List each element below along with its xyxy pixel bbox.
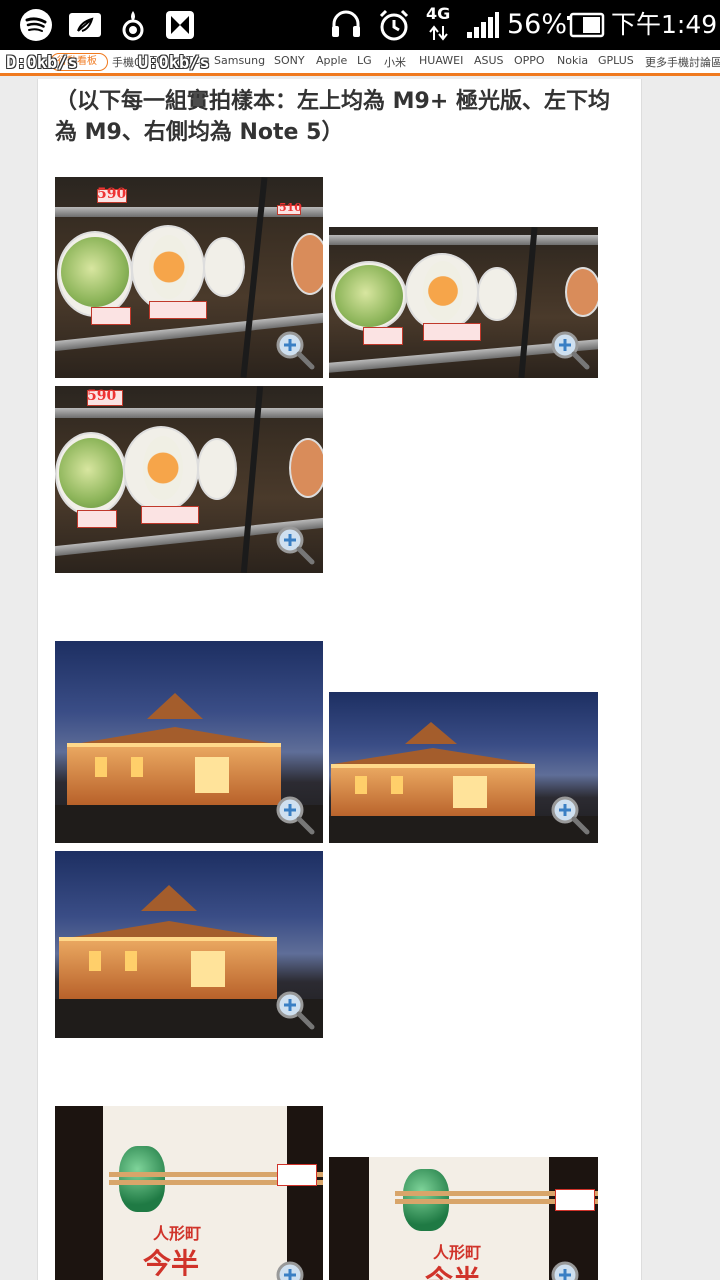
status-bar: 4G 56% 下午1:49 (0, 0, 720, 50)
zoom-icon[interactable] (275, 795, 315, 835)
nav-item[interactable]: Nokia (557, 54, 588, 67)
nav-item[interactable]: LG (357, 54, 372, 67)
sample-photo-food-m9plus[interactable]: 590 510 (55, 177, 323, 378)
nav-item[interactable]: Apple (316, 54, 347, 67)
zoom-icon[interactable] (550, 795, 590, 835)
alarm-icon (376, 8, 412, 42)
nav-item[interactable]: OPPO (514, 54, 545, 67)
price-tag: 510 (279, 201, 302, 214)
sample-photo-food-m9[interactable]: 590 (55, 386, 323, 573)
download-speed: D:0kb/s (6, 53, 78, 73)
zoom-icon[interactable] (275, 1260, 315, 1280)
nav-item[interactable]: SONY (274, 54, 305, 67)
zoom-icon[interactable] (275, 525, 315, 565)
zoom-icon[interactable] (550, 1260, 590, 1280)
spotify-icon (18, 8, 54, 42)
zoom-icon[interactable] (275, 330, 315, 370)
article-caption: （以下每一組實拍樣本：左上均為 M9+ 極光版、左下均為 M9、右側均為 Not… (55, 89, 610, 145)
sample-photo-carousel-m9plus[interactable] (55, 641, 323, 843)
data-arrows-icon (428, 24, 450, 42)
sample-photo-food-note5[interactable] (329, 227, 598, 378)
clock: 下午1:49 (611, 10, 718, 39)
sample-photo-chopsticks-note5[interactable]: 人形町 今半 (329, 1157, 598, 1280)
sample-photo-chopsticks-m9plus[interactable]: 人形町 今半 (55, 1106, 323, 1280)
nav-item[interactable]: 小米 (384, 54, 406, 70)
nav-item[interactable]: GPLUS (598, 54, 634, 67)
battery-icon (565, 8, 605, 42)
price-tag: 590 (87, 388, 117, 404)
sample-photo-carousel-note5[interactable] (329, 692, 598, 843)
stamp-text-large: 今半 (425, 1259, 481, 1280)
notification-icon (66, 8, 104, 42)
app-icon (118, 8, 148, 42)
headset-icon (328, 8, 364, 42)
zoom-icon[interactable] (275, 990, 315, 1030)
nav-item[interactable]: Samsung (214, 54, 265, 67)
signal-icon (465, 8, 501, 42)
nav-item[interactable]: ASUS (474, 54, 504, 67)
price-tag: 590 (97, 186, 127, 202)
upload-speed: U:0kb/s (138, 53, 210, 73)
category-nav: 行動看板 手機01 TC HTC Samsung SONY Apple LG 小… (0, 50, 720, 76)
stamp-text-small: 人形町 (153, 1224, 202, 1243)
nav-item[interactable]: 更多手機討論區 (645, 54, 720, 70)
app-icon-2 (164, 8, 196, 42)
sample-photo-carousel-m9[interactable] (55, 851, 323, 1038)
battery-percent: 56% (507, 9, 568, 40)
stamp-text-large: 今半 (143, 1247, 200, 1280)
nav-item[interactable]: HUAWEI (419, 54, 463, 67)
zoom-icon[interactable] (550, 330, 590, 370)
network-type-label: 4G (426, 4, 451, 23)
